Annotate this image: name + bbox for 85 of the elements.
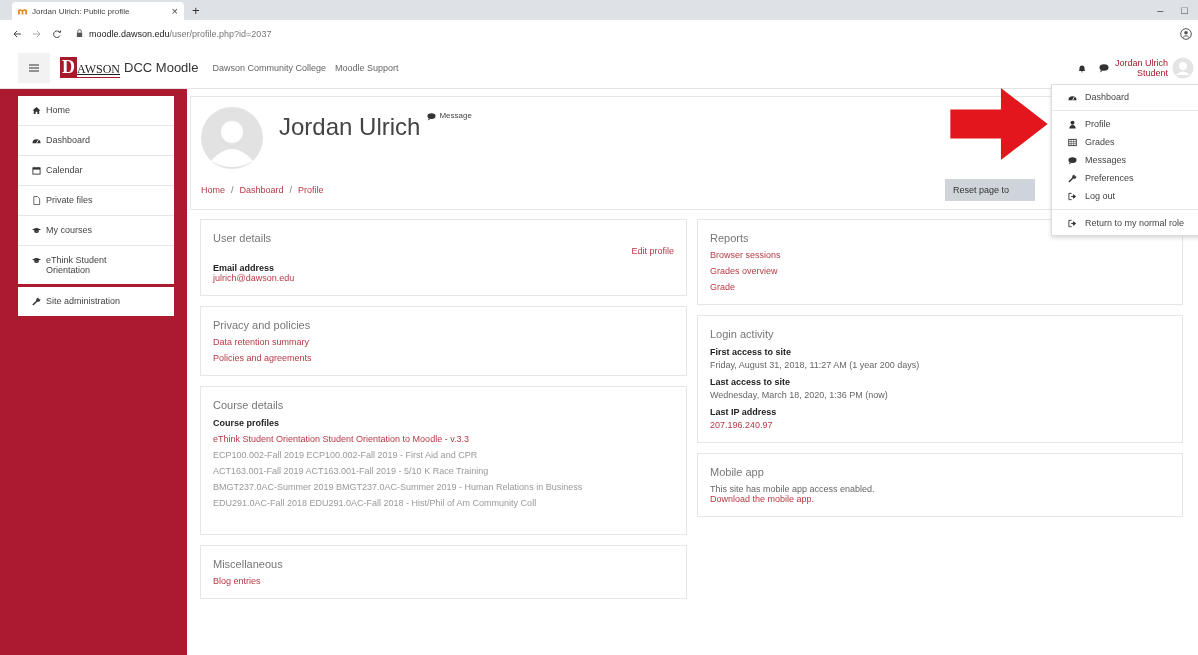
menu-button[interactable] [18,52,50,83]
sidebar-item[interactable]: Home [18,96,174,126]
field-value: Friday, August 31, 2018, 11:27 AM (1 year 200 days) [710,360,921,370]
graduation-cap-icon [32,256,41,265]
sidebar-item[interactable]: Private files [18,186,174,216]
user-menu-item[interactable]: Dashboard [1052,88,1198,106]
user-name[interactable]: Jordan Ulrich [1114,57,1168,68]
sidebar-item[interactable]: eThink Student Orientation [18,246,174,284]
breadcrumb-link[interactable]: Profile [298,185,324,195]
user-menu-item[interactable]: Return to my normal role [1052,214,1198,232]
field-label: Email address [213,263,276,273]
moodle-favicon-icon [18,7,27,15]
user-menu-item[interactable]: Preferences [1052,169,1198,187]
section-title: Mobile app [710,466,765,478]
field-label: Last access to site [710,377,792,387]
calendar-icon [32,166,41,175]
edit-profile-link[interactable]: Edit profile [631,246,674,256]
college-logo[interactable]: D AWSON [60,57,121,78]
sidebar-item[interactable]: Site administration [18,287,174,316]
section-title: User details [213,232,273,244]
user-menu-item[interactable]: Profile [1052,115,1198,133]
chat-icon [427,112,437,121]
nav-link[interactable]: Moodle Support [335,62,399,73]
message-link[interactable]: Message [427,111,472,121]
sign-out-icon [1068,219,1077,228]
chat-icon [1068,156,1077,165]
field-label: First access to site [710,347,793,357]
breadcrumb-separator: / [289,185,293,195]
report-link[interactable]: Browser sessions [710,250,1170,260]
email-link[interactable]: julrich@dawson.edu [213,273,674,283]
graduation-cap-icon [32,226,41,235]
user-menu-item[interactable]: Messages [1052,151,1198,169]
sidebar-item[interactable]: Calendar [18,156,174,186]
blog-entries-link[interactable]: Blog entries [213,576,674,586]
wrench-icon [1068,174,1077,183]
table-icon [1068,138,1077,147]
new-tab-button[interactable]: + [192,3,200,18]
report-link[interactable]: Grades overview [710,266,1170,276]
reset-page-button[interactable]: Reset page to [945,179,1035,201]
menu-icon [29,63,39,72]
section-title: Privacy and policies [213,319,312,331]
field-label: Course profiles [213,418,280,428]
user-menu-item[interactable]: Grades [1052,133,1198,151]
file-icon [32,196,41,205]
report-link[interactable]: Grade [710,282,1170,292]
back-icon[interactable] [12,28,22,39]
sign-out-icon [1068,192,1077,201]
policy-link[interactable]: Policies and agreements [213,353,674,363]
window-control-button[interactable]: □ [1181,4,1188,16]
policy-link[interactable]: Data retention summary [213,337,674,347]
field-value: Wednesday, March 18, 2020, 1:36 PM (now) [710,390,889,400]
user-role: Student [1136,67,1168,78]
section-title: Course details [213,399,285,411]
home-icon [32,106,41,115]
site-name[interactable]: DCC Moodle [124,60,199,75]
address-field[interactable]: moodle.dawson.edu/user/profile.php?id=2037 [72,28,1170,39]
sidebar-item[interactable]: My courses [18,216,174,246]
breadcrumb-separator: / [231,185,234,195]
lock-icon [76,29,83,38]
field-label: Last IP address [710,407,778,417]
section-title: Reports [710,232,750,244]
close-tab-button[interactable]: × [171,5,178,17]
download-app-link[interactable]: Download the mobile app. [710,494,1170,504]
sidebar-item[interactable]: Dashboard [18,126,174,156]
tab-title: Jordan Ulrich: Public profile [32,6,131,16]
breadcrumb-link[interactable]: Home [201,185,225,195]
nav-link[interactable]: Dawson Community College [212,62,326,73]
gauge-icon [1068,93,1077,102]
window-control-button[interactable]: – [1157,4,1164,16]
section-title: Login activity [710,328,775,340]
course-link[interactable]: eThink Student Orientation Student Orientation to Moodle - v.3.3 [213,434,674,444]
wrench-icon [32,297,41,306]
chat-icon[interactable] [1098,62,1109,73]
field-value[interactable]: 207.196.240.97 [710,420,1170,430]
user-menu-item[interactable]: Log out [1052,187,1198,205]
gauge-icon [32,136,41,145]
browser-tab[interactable]: Jordan Ulrich: Public profile × [12,2,184,20]
breadcrumb-link[interactable]: Dashboard [239,185,284,195]
reload-icon[interactable] [52,28,62,39]
section-title: Miscellaneous [213,558,284,570]
profile-name: Jordan Ulrich [279,113,421,141]
avatar-icon [201,107,263,169]
mobile-app-text: This site has mobile app access enabled. [710,484,876,494]
user-icon [1068,120,1077,129]
account-icon[interactable] [1180,27,1192,40]
